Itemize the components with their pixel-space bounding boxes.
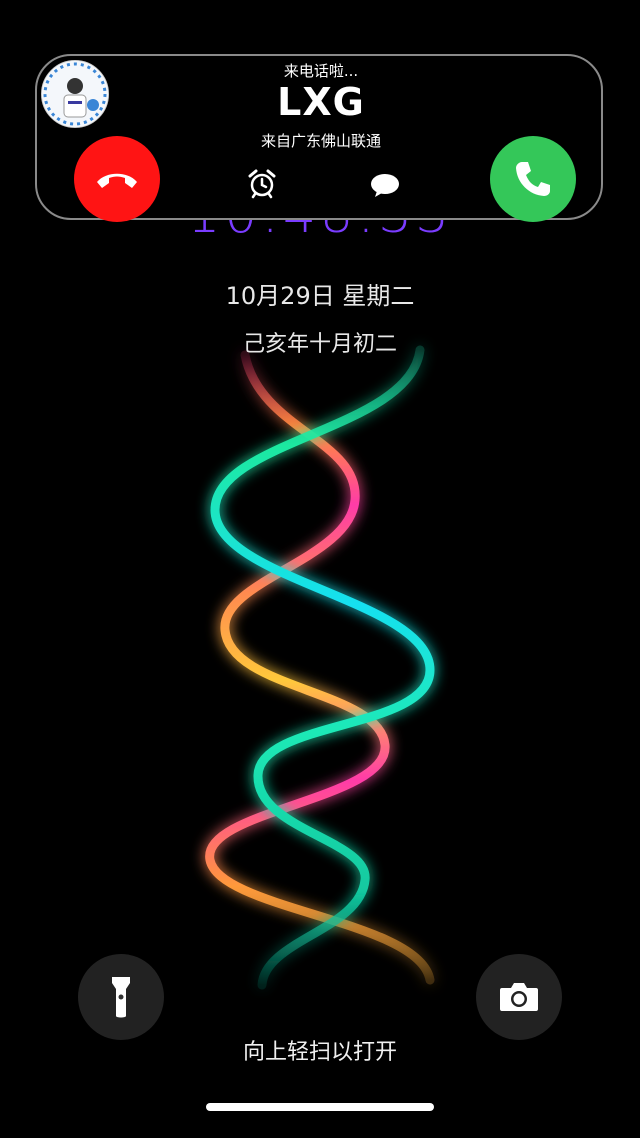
swipe-up-hint: 向上轻扫以打开: [242, 1040, 397, 1065]
camera-button[interactable]: [476, 954, 562, 1040]
incoming-call-banner[interactable]: 来电话啦... LXG 来自广东佛山联通: [35, 54, 603, 222]
alarm-clock-icon[interactable]: [246, 167, 278, 199]
speech-bubble-icon[interactable]: [369, 169, 401, 201]
flashlight-icon: [112, 977, 130, 1018]
call-status-text: 来电话啦...: [283, 62, 359, 80]
caller-name: LXG: [277, 80, 365, 124]
accept-call-button[interactable]: [490, 136, 576, 222]
date-label: 10月29日 星期二: [225, 282, 415, 310]
flashlight-button[interactable]: [78, 954, 164, 1040]
lunar-date-label: 己亥年十月初二: [242, 332, 397, 357]
home-indicator[interactable]: [206, 1103, 434, 1111]
phone-icon: [516, 162, 550, 196]
phone-hangup-icon: [97, 173, 137, 188]
decline-call-button[interactable]: [74, 136, 160, 222]
camera-icon: [500, 983, 538, 1011]
